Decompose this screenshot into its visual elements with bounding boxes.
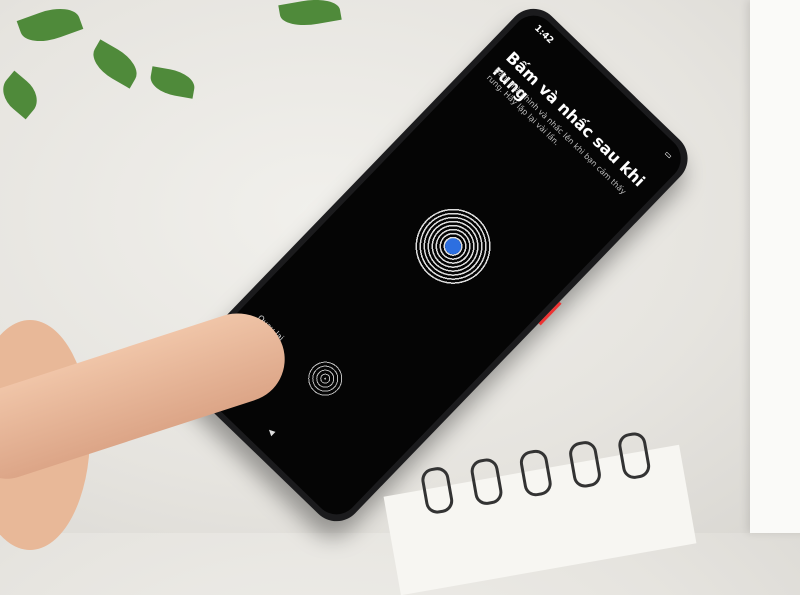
plant-leaf [16, 0, 84, 50]
spiral-ring [419, 465, 456, 516]
plant-leaf [148, 66, 197, 99]
spiral-ring [517, 447, 554, 499]
page-title: Bấm và nhấc sau khi rung [488, 47, 649, 191]
plant-leaf [278, 0, 342, 31]
status-time: 1:42 [532, 23, 556, 47]
plant-leaf [86, 39, 144, 89]
phone-screen: 1:42 ▭ Bấm và nhấc sau khi rung Bấm màn … [180, 6, 690, 524]
spiral-ring [468, 456, 505, 507]
spiral-ring [616, 430, 653, 481]
nav-back-icon[interactable]: ◀ [266, 426, 277, 437]
battery-icon: ▭ [662, 148, 675, 161]
spiral-notebook [383, 430, 697, 595]
fingerprint-sensor-icon[interactable] [299, 353, 351, 405]
instruction-text: Bấm màn hình và nhấc lên khi bạn cảm thấ… [484, 65, 628, 197]
open-book [750, 0, 800, 533]
spiral-ring [567, 439, 603, 490]
fingerprint-icon [399, 192, 507, 301]
plant-leaf [0, 70, 45, 120]
